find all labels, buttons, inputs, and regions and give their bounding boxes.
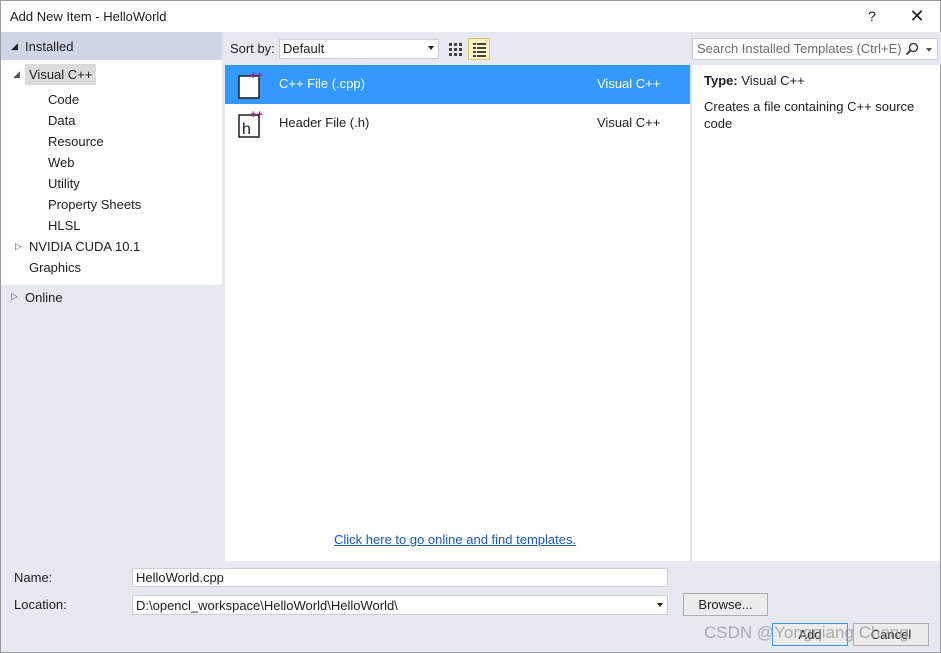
expand-arrow-icon: ▷ — [11, 291, 18, 301]
installed-header[interactable]: ◢ Installed — [1, 32, 222, 60]
type-label: Type: — [704, 73, 738, 88]
location-field[interactable] — [133, 596, 653, 614]
template-description: Creates a file containing C++ source cod… — [704, 99, 915, 131]
type-line: Type: Visual C++ — [704, 73, 805, 88]
tree-item-visual-cpp[interactable]: ◢ Visual C++ — [13, 64, 97, 85]
name-label: Name: — [14, 570, 53, 585]
template-row-header-file[interactable]: h ++ Header File (.h) Visual C++ — [225, 104, 690, 143]
tree-item-data[interactable]: Data — [48, 110, 75, 131]
list-view-icon — [473, 43, 486, 57]
online-header[interactable]: ▷ Online — [1, 287, 222, 309]
search-input[interactable] — [697, 39, 903, 58]
name-field[interactable] — [133, 569, 667, 586]
online-label: Online — [25, 290, 63, 305]
tree-item-graphics[interactable]: Graphics — [29, 257, 81, 278]
template-row-cpp-file[interactable]: ++ C++ File (.cpp) Visual C++ — [225, 65, 690, 104]
tree-item-web[interactable]: Web — [48, 152, 75, 173]
template-language: Visual C++ — [597, 76, 661, 91]
list-view-button[interactable] — [468, 38, 490, 60]
tree-item-label: Web — [48, 155, 75, 170]
sort-toolbar: Sort by: Default — [225, 32, 690, 65]
svg-text:++: ++ — [250, 70, 263, 82]
template-list: ++ C++ File (.cpp) Visual C++ h ++ Heade… — [225, 65, 690, 143]
location-label: Location: — [14, 597, 67, 612]
tree-item-label: Resource — [48, 134, 104, 149]
search-icon[interactable] — [905, 42, 919, 56]
template-language: Visual C++ — [597, 115, 661, 130]
tree-item-label: HLSL — [48, 218, 81, 233]
location-combo — [132, 595, 668, 615]
tree-item-code[interactable]: Code — [48, 89, 79, 110]
header-file-icon: h ++ — [238, 109, 263, 138]
sort-value: Default — [283, 41, 325, 56]
find-templates-online-link[interactable]: Click here to go online and find templat… — [334, 532, 576, 547]
tree-item-label: NVIDIA CUDA 10.1 — [29, 239, 141, 254]
template-name: Header File (.h) — [279, 115, 370, 130]
dialog-title: Add New Item - HelloWorld — [10, 9, 167, 24]
template-name: C++ File (.cpp) — [279, 76, 365, 91]
search-box[interactable] — [692, 38, 938, 60]
sort-dropdown[interactable]: Default — [279, 39, 439, 59]
grid-view-icon — [449, 43, 462, 56]
title-bar: Add New Item - HelloWorld ? ✕ — [1, 1, 940, 32]
category-tree: ◢ Visual C++ Code Data Resource Web Util… — [1, 60, 222, 285]
chevron-down-icon[interactable] — [657, 603, 663, 607]
details-pane: Type: Visual C++ Creates a file containi… — [691, 32, 941, 561]
tree-item-label: Graphics — [29, 260, 82, 275]
grid-view-button[interactable] — [444, 38, 466, 60]
search-options-dropdown-icon[interactable] — [926, 48, 932, 52]
tree-item-label: Code — [48, 92, 80, 107]
add-new-item-dialog: Add New Item - HelloWorld ? ✕ ◢ Installe… — [0, 0, 941, 653]
tree-item-hlsl[interactable]: HLSL — [48, 215, 81, 236]
tree-item-label: Visual C++ — [29, 67, 93, 82]
sort-label: Sort by: — [230, 41, 275, 56]
installed-label: Installed — [25, 39, 74, 54]
tree-item-resource[interactable]: Resource — [48, 131, 104, 152]
browse-button[interactable]: Browse... — [683, 593, 768, 616]
category-pane: ◢ Installed ◢ Visual C++ Code Data Resou… — [1, 32, 222, 561]
tree-item-label: Utility — [48, 176, 80, 191]
expand-arrow-icon[interactable]: ▷ — [15, 236, 22, 257]
close-button[interactable]: ✕ — [894, 1, 940, 32]
dialog-content: ◢ Installed ◢ Visual C++ Code Data Resou… — [1, 32, 941, 561]
name-field-box — [132, 568, 668, 587]
watermark: CSDN @Yongqiang Cheng — [704, 623, 909, 642]
search-strip — [692, 32, 941, 65]
expanded-arrow-icon: ◢ — [13, 69, 20, 79]
svg-text:++: ++ — [250, 109, 263, 121]
chevron-down-icon — [428, 46, 434, 50]
help-button[interactable]: ? — [849, 1, 895, 32]
tree-item-label: Property Sheets — [48, 197, 142, 212]
collapse-triangle-icon: ◢ — [11, 41, 18, 51]
type-value: Visual C++ — [741, 73, 805, 88]
tree-item-label: Data — [48, 113, 76, 128]
template-pane: Sort by: Default ++ C++ File (.cpp) Visu… — [225, 32, 690, 561]
tree-item-nvidia-cuda[interactable]: ▷ NVIDIA CUDA 10.1 — [15, 236, 141, 257]
svg-text:h: h — [242, 121, 251, 138]
cpp-file-icon: ++ — [238, 70, 263, 99]
tree-item-utility[interactable]: Utility — [48, 173, 80, 194]
tree-item-property-sheets[interactable]: Property Sheets — [48, 194, 141, 215]
